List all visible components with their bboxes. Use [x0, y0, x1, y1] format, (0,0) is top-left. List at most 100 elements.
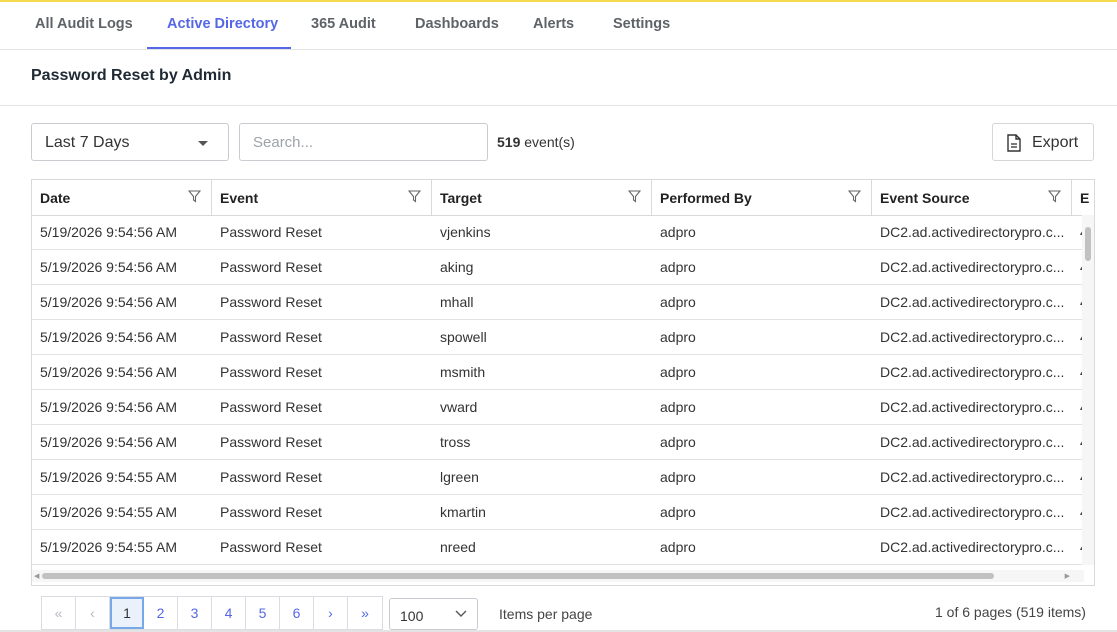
items-per-page-label: Items per page	[499, 606, 593, 622]
cell-date: 5/19/2026 9:54:55 AM	[40, 469, 177, 485]
cell-event-source: DC2.ad.activedirectorypro.c...	[880, 539, 1065, 555]
previous-page-button[interactable]: ‹	[76, 597, 110, 629]
divider	[0, 105, 1117, 106]
cell-performed-by: adpro	[660, 399, 696, 415]
column-header-target[interactable]: Target	[432, 180, 652, 215]
tab-dashboards[interactable]: Dashboards	[415, 16, 499, 32]
cell-event-source: DC2.ad.activedirectorypro.c...	[880, 329, 1065, 345]
tab-365-audit[interactable]: 365 Audit	[311, 16, 376, 32]
first-page-button[interactable]: «	[42, 597, 76, 629]
cell-target: mhall	[440, 294, 474, 310]
cell-date: 5/19/2026 9:54:56 AM	[40, 294, 177, 310]
document-icon	[1007, 134, 1021, 152]
page-button-4[interactable]: 4	[212, 597, 246, 629]
main-tabs: All Audit Logs Active Directory 365 Audi…	[0, 2, 1117, 50]
cell-date: 5/19/2026 9:54:56 AM	[40, 364, 177, 380]
page-button-6[interactable]: 6	[280, 597, 314, 629]
cell-target: msmith	[440, 364, 486, 380]
cell-performed-by: adpro	[660, 259, 696, 275]
cell-performed-by: adpro	[660, 364, 696, 380]
table-row[interactable]: 5/19/2026 9:54:56 AM Password Reset msmi…	[32, 355, 1086, 390]
last-page-button[interactable]: »	[348, 597, 382, 629]
filter-icon[interactable]	[408, 190, 421, 203]
cell-date: 5/19/2026 9:54:56 AM	[40, 434, 177, 450]
table-row[interactable]: 5/19/2026 9:54:56 AM Password Reset spow…	[32, 320, 1086, 355]
cell-target: nreed	[440, 539, 476, 555]
table-header: Date Event Target Performed By Event Sou…	[32, 180, 1094, 216]
filter-icon[interactable]	[628, 190, 641, 203]
column-header-date[interactable]: Date	[32, 180, 212, 215]
cell-event: Password Reset	[220, 539, 322, 555]
scroll-right-icon[interactable]: ▶	[1065, 572, 1070, 580]
items-per-page-select[interactable]: 100	[389, 598, 478, 630]
cell-target: vjenkins	[440, 224, 491, 240]
cell-event: Password Reset	[220, 504, 322, 520]
horizontal-scrollbar[interactable]: ◀ ▶	[32, 570, 1084, 582]
cell-event: Password Reset	[220, 224, 322, 240]
vertical-scroll-thumb[interactable]	[1085, 227, 1091, 261]
column-header-extra[interactable]: E	[1072, 180, 1094, 215]
scroll-left-icon[interactable]: ◀	[34, 572, 39, 580]
column-title: Performed By	[660, 190, 752, 206]
cell-event-source: DC2.ad.activedirectorypro.c...	[880, 259, 1065, 275]
cell-date: 5/19/2026 9:54:56 AM	[40, 329, 177, 345]
table-row[interactable]: 5/19/2026 9:54:56 AM Password Reset tros…	[32, 425, 1086, 460]
event-count: 519 event(s)	[497, 134, 575, 150]
export-label: Export	[1032, 134, 1079, 151]
cell-target: vward	[440, 399, 478, 415]
cell-performed-by: adpro	[660, 224, 696, 240]
cell-performed-by: adpro	[660, 434, 696, 450]
page-info: 1 of 6 pages (519 items)	[935, 604, 1086, 620]
filter-icon[interactable]	[848, 190, 861, 203]
cell-event: Password Reset	[220, 364, 322, 380]
tab-all-audit-logs[interactable]: All Audit Logs	[35, 16, 133, 32]
page-button-3[interactable]: 3	[178, 597, 212, 629]
table-row[interactable]: 5/19/2026 9:54:56 AM Password Reset vjen…	[32, 215, 1086, 250]
table-row[interactable]: 5/19/2026 9:54:55 AM Password Reset nree…	[32, 530, 1086, 565]
table-row[interactable]: 5/19/2026 9:54:55 AM Password Reset lgre…	[32, 460, 1086, 495]
cell-event: Password Reset	[220, 329, 322, 345]
cell-event-source: DC2.ad.activedirectorypro.c...	[880, 294, 1065, 310]
export-button[interactable]: Export	[992, 123, 1094, 161]
date-range-select[interactable]: Last 7 Days	[31, 123, 229, 161]
cell-performed-by: adpro	[660, 504, 696, 520]
tab-settings[interactable]: Settings	[613, 16, 670, 32]
cell-event: Password Reset	[220, 399, 322, 415]
vertical-scrollbar[interactable]	[1082, 215, 1094, 565]
column-title: E	[1080, 190, 1090, 206]
table-row[interactable]: 5/19/2026 9:54:56 AM Password Reset akin…	[32, 250, 1086, 285]
next-page-button[interactable]: ›	[314, 597, 348, 629]
page-button-1[interactable]: 1	[110, 597, 144, 629]
cell-event: Password Reset	[220, 434, 322, 450]
event-count-number: 519	[497, 134, 521, 150]
cell-date: 5/19/2026 9:54:56 AM	[40, 224, 177, 240]
page-button-5[interactable]: 5	[246, 597, 280, 629]
search-input[interactable]	[239, 123, 488, 161]
column-header-event-source[interactable]: Event Source	[872, 180, 1072, 215]
cell-date: 5/19/2026 9:54:56 AM	[40, 259, 177, 275]
cell-date: 5/19/2026 9:54:55 AM	[40, 504, 177, 520]
table-row[interactable]: 5/19/2026 9:54:56 AM Password Reset mhal…	[32, 285, 1086, 320]
tab-active-directory[interactable]: Active Directory	[167, 16, 278, 32]
column-header-performed-by[interactable]: Performed By	[652, 180, 872, 215]
table-row[interactable]: 5/19/2026 9:54:56 AM Password Reset vwar…	[32, 390, 1086, 425]
cell-date: 5/19/2026 9:54:56 AM	[40, 399, 177, 415]
cell-target: aking	[440, 259, 474, 275]
cell-event-source: DC2.ad.activedirectorypro.c...	[880, 224, 1065, 240]
column-header-event[interactable]: Event	[212, 180, 432, 215]
page-title: Password Reset by Admin	[31, 67, 232, 84]
cell-target: lgreen	[440, 469, 479, 485]
table-row[interactable]: 5/19/2026 9:54:55 AM Password Reset kmar…	[32, 495, 1086, 530]
column-title: Event	[220, 190, 259, 206]
page-button-2[interactable]: 2	[144, 597, 178, 629]
caret-down-icon	[198, 141, 208, 146]
filter-icon[interactable]	[1048, 190, 1061, 203]
tab-alerts[interactable]: Alerts	[533, 16, 574, 32]
cell-target: kmartin	[440, 504, 486, 520]
events-table: Date Event Target Performed By Event Sou…	[31, 179, 1095, 586]
horizontal-scroll-thumb[interactable]	[42, 573, 994, 579]
active-tab-indicator	[147, 47, 291, 49]
cell-performed-by: adpro	[660, 539, 696, 555]
filter-icon[interactable]	[188, 190, 201, 203]
cell-event: Password Reset	[220, 469, 322, 485]
